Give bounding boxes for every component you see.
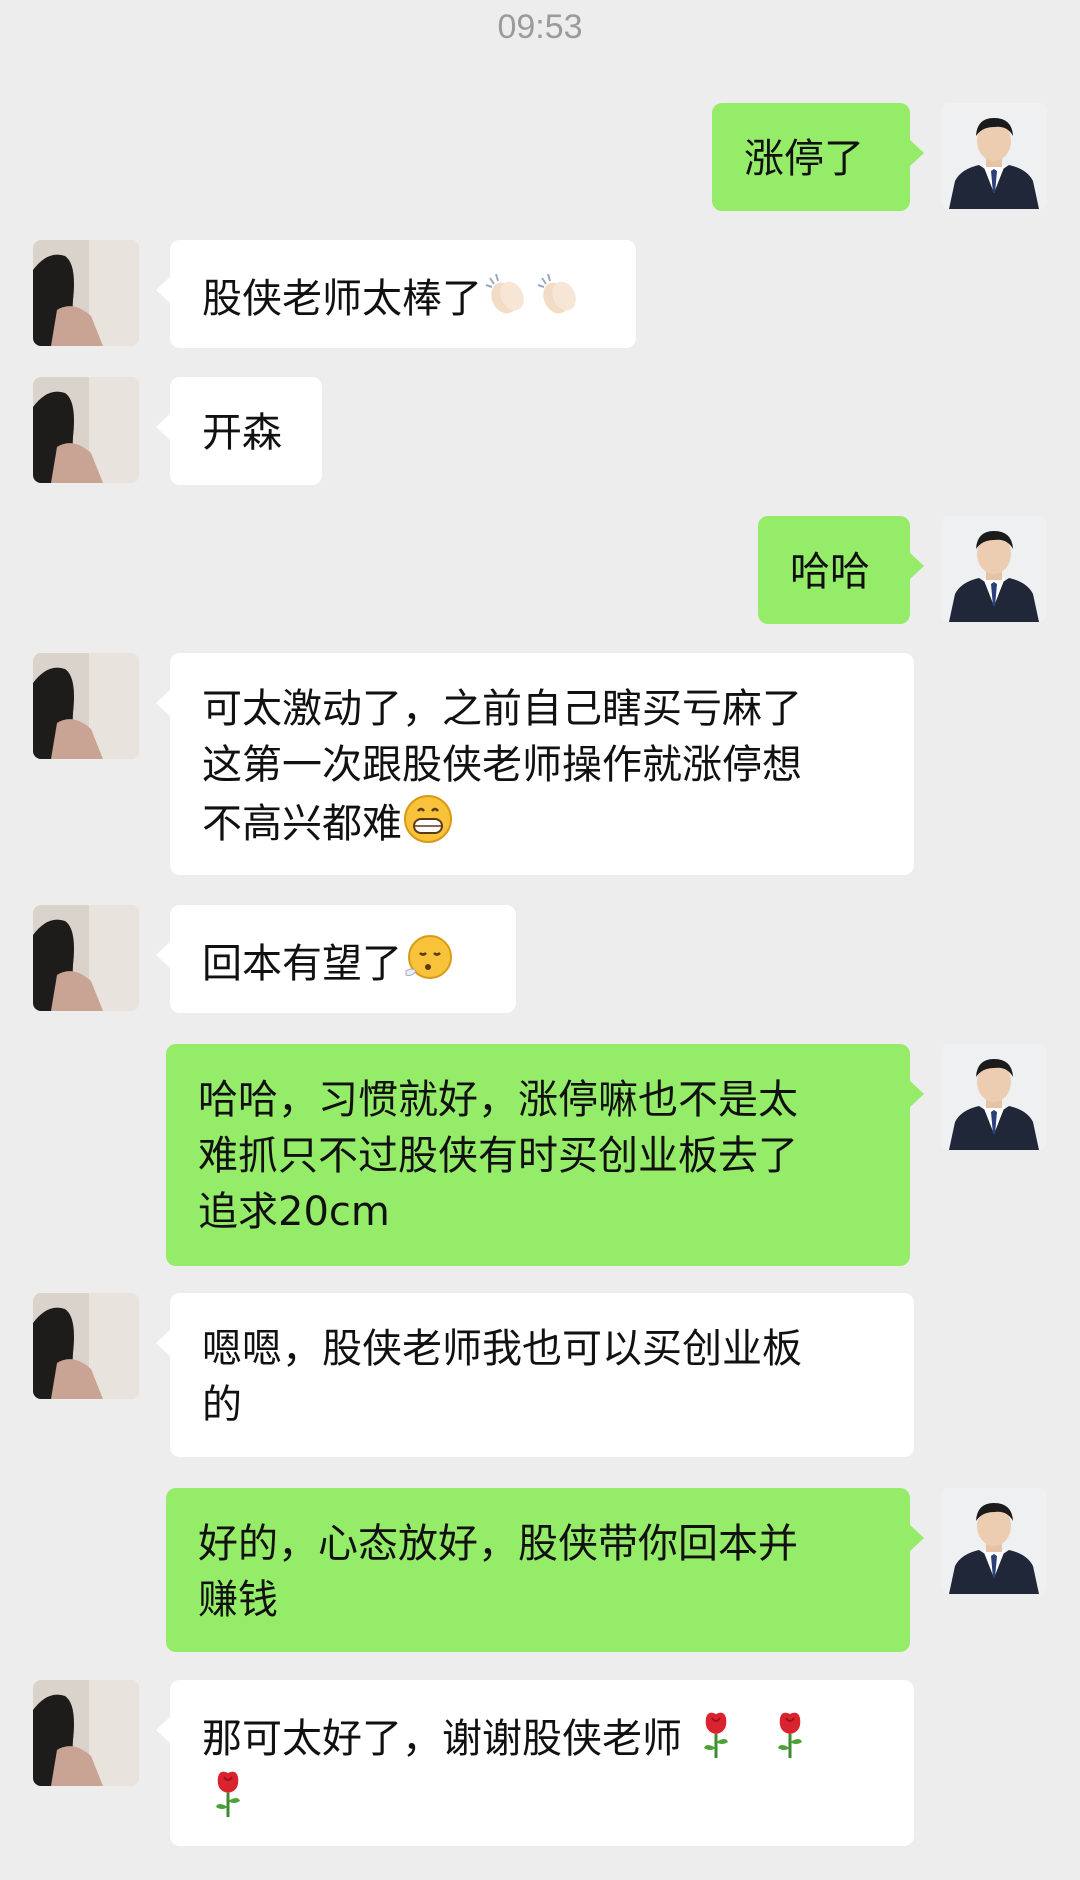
message-text: 可太激动了，之前自己瞎买亏麻了 这第一次跟股侠老师操作就涨停想 不高兴都难 [202, 686, 802, 847]
woman-portrait-icon [33, 905, 139, 1011]
man-in-suit-icon [941, 516, 1047, 622]
message-text: 哈哈 [790, 549, 870, 595]
teacher-avatar[interactable] [941, 1488, 1047, 1594]
teacher-avatar[interactable] [941, 516, 1047, 622]
woman-portrait-icon [33, 377, 139, 483]
message-bubble-received[interactable]: 那可太好了，谢谢股侠老师 [156, 1680, 914, 1846]
message-text: 开森 [202, 410, 282, 456]
clapping-hands-icon [537, 273, 576, 314]
message-text: 回本有望了 [202, 941, 402, 987]
message-bubble-received[interactable]: 嗯嗯，股侠老师我也可以买创业板 的 [156, 1293, 914, 1457]
teacher-avatar[interactable] [941, 1044, 1047, 1150]
message-bubble-sent[interactable]: 哈哈，习惯就好，涨停嘛也不是太 难抓只不过股侠有时买创业板去了 追求20cm [166, 1044, 924, 1266]
student-avatar[interactable] [33, 905, 139, 1011]
chat-timestamp: 09:53 [497, 8, 583, 46]
man-in-suit-icon [941, 103, 1047, 209]
message-bubble-received[interactable]: 股侠老师太棒了 [156, 240, 636, 348]
message-text: 那可太好了，谢谢股侠老师 [202, 1716, 682, 1762]
woman-portrait-icon [33, 1293, 139, 1399]
message-text: 好的，心态放好，股侠带你回本并 赚钱 [198, 1521, 798, 1623]
message-bubble-sent[interactable]: 好的，心态放好，股侠带你回本并 赚钱 [166, 1488, 924, 1652]
message-text: 股侠老师太棒了 [202, 276, 482, 322]
message-bubble-received[interactable]: 可太激动了，之前自己瞎买亏麻了 这第一次跟股侠老师操作就涨停想 不高兴都难 [156, 653, 914, 875]
student-avatar[interactable] [33, 1293, 139, 1399]
exhaling-face-icon [405, 935, 452, 979]
rose-icon [216, 1771, 240, 1817]
message-bubble-received[interactable]: 开森 [156, 377, 322, 485]
woman-portrait-icon [33, 1680, 139, 1786]
student-avatar[interactable] [33, 653, 139, 759]
message-bubble-sent[interactable]: 涨停了 [712, 103, 924, 211]
message-bubble-received[interactable]: 回本有望了 [156, 905, 516, 1013]
man-in-suit-icon [941, 1044, 1047, 1150]
man-in-suit-icon [941, 1488, 1047, 1594]
woman-portrait-icon [33, 653, 139, 759]
message-text: 涨停了 [744, 136, 864, 182]
grinning-face-icon [404, 795, 452, 843]
teacher-avatar[interactable] [941, 103, 1047, 209]
student-avatar[interactable] [33, 240, 139, 346]
message-text: 哈哈，习惯就好，涨停嘛也不是太 难抓只不过股侠有时买创业板去了 追求20cm [198, 1077, 798, 1235]
woman-portrait-icon [33, 240, 139, 346]
message-text: 嗯嗯，股侠老师我也可以买创业板 的 [202, 1326, 802, 1428]
rose-icon [778, 1712, 802, 1758]
student-avatar[interactable] [33, 377, 139, 483]
message-bubble-sent[interactable]: 哈哈 [758, 516, 924, 624]
rose-icon [704, 1712, 728, 1758]
student-avatar[interactable] [33, 1680, 139, 1786]
clapping-hands-icon [485, 273, 524, 314]
